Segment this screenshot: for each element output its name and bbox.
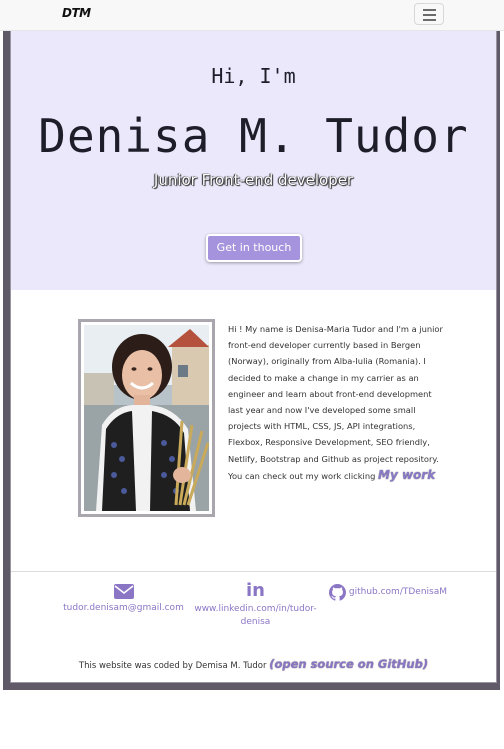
- linkedin-contact[interactable]: in www.linkedin.com/in/tudor-denisa: [193, 582, 318, 629]
- about-text: Hi ! My name is Denisa-Maria Tudor and I…: [228, 321, 444, 484]
- github-icon: [329, 584, 346, 601]
- hamburger-icon-line: [423, 9, 436, 11]
- section-divider: [11, 571, 496, 572]
- hero-name: Denisa M. Tudor: [38, 109, 469, 163]
- footer-text: This website was coded by Demisa M. Tudo…: [78, 661, 267, 671]
- navbar-toggle-button[interactable]: [414, 3, 444, 25]
- hero-role: Junior Front-end developer: [153, 171, 354, 189]
- profile-photo: [84, 325, 209, 511]
- email-link[interactable]: tudor.denisam@gmail.com: [63, 603, 184, 613]
- get-in-touch-button[interactable]: Get in thouch: [206, 234, 302, 262]
- email-contact[interactable]: tudor.denisam@gmail.com: [61, 584, 186, 615]
- hamburger-icon-line: [423, 19, 436, 21]
- linkedin-link[interactable]: www.linkedin.com/in/tudor-denisa: [194, 604, 316, 627]
- page-content: Hi, I'm Denisa M. Tudor Junior Front-end…: [10, 31, 497, 683]
- hero-greeting: Hi, I'm: [211, 64, 296, 88]
- navbar: DTM: [0, 0, 504, 31]
- hamburger-icon-line: [423, 14, 436, 16]
- my-work-link[interactable]: My work: [378, 468, 435, 482]
- profile-photo-frame: [78, 319, 215, 517]
- footer: This website was coded by Demisa M. Tudo…: [11, 657, 496, 671]
- github-contact[interactable]: github.com/TDenisaM: [329, 584, 449, 601]
- envelope-icon: [113, 584, 134, 599]
- page-frame: Hi, I'm Denisa M. Tudor Junior Front-end…: [3, 31, 500, 690]
- open-source-link[interactable]: (open source on GitHub): [269, 657, 428, 671]
- about-paragraph: Hi ! My name is Denisa-Maria Tudor and I…: [228, 324, 443, 481]
- linkedin-icon: in: [246, 580, 265, 601]
- hero-section: Hi, I'm Denisa M. Tudor Junior Front-end…: [11, 31, 496, 290]
- github-link[interactable]: github.com/TDenisaM: [349, 587, 447, 597]
- site-logo[interactable]: DTM: [62, 6, 91, 20]
